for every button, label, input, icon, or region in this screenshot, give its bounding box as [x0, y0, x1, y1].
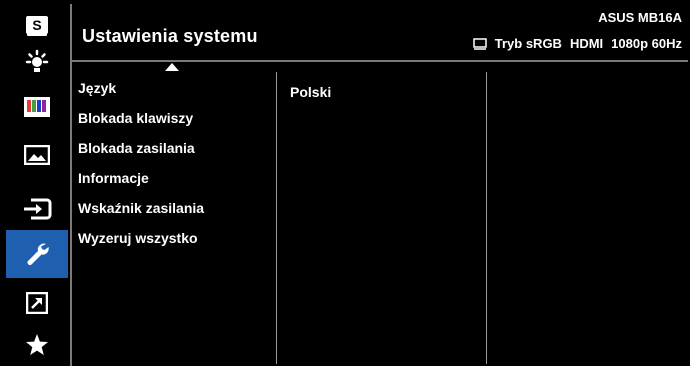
- status-bar: Tryb sRGB HDMI 1080p 60Hz: [473, 36, 682, 51]
- sidebar-item-shortcut[interactable]: [6, 284, 68, 322]
- model-name: ASUS MB16A: [598, 10, 682, 25]
- image-icon: [24, 145, 50, 165]
- shortcut-icon: [26, 292, 48, 314]
- header: Ustawienia systemu ASUS MB16A Tryb sRGB …: [72, 4, 688, 60]
- sidebar: S: [6, 4, 68, 366]
- sidebar-item-splendid[interactable]: S: [6, 6, 68, 44]
- color-mode: Tryb sRGB: [494, 36, 562, 51]
- favorite-star-icon: [26, 334, 48, 355]
- menu-item-language[interactable]: Język: [78, 80, 204, 110]
- sidebar-item-color[interactable]: [6, 88, 68, 126]
- menu-item-power-indicator[interactable]: Wskaźnik zasilania: [78, 200, 204, 230]
- menu-item-reset-all[interactable]: Wyzeruj wszystko: [78, 230, 204, 260]
- page-title: Ustawienia systemu: [82, 26, 258, 46]
- system-menu: Język Blokada klawiszy Blokada zasilania…: [78, 80, 204, 260]
- sidebar-item-image[interactable]: [6, 136, 68, 174]
- menu-item-key-lock[interactable]: Blokada klawiszy: [78, 110, 204, 140]
- input-source: HDMI: [569, 36, 604, 51]
- scroll-up-arrow-icon[interactable]: [165, 63, 179, 71]
- sidebar-item-system[interactable]: [6, 230, 68, 278]
- header-divider: [72, 60, 688, 62]
- sidebar-item-brightness[interactable]: [6, 44, 68, 82]
- menu-item-power-lock[interactable]: Blokada zasilania: [78, 140, 204, 170]
- color-icon: [24, 97, 50, 117]
- language-value[interactable]: Polski: [290, 84, 331, 100]
- sidebar-item-input[interactable]: [6, 190, 68, 228]
- osd-screen: S Ustawienia systemu ASUS MB16A Tryb sRG…: [6, 4, 688, 366]
- input-select-icon: [24, 198, 52, 220]
- monitor-icon: [473, 37, 487, 50]
- menu-item-information[interactable]: Informacje: [78, 170, 204, 200]
- wrench-icon: [27, 243, 49, 265]
- resolution: 1080p 60Hz: [611, 36, 682, 51]
- column-divider-1: [276, 72, 277, 364]
- splendid-icon: S: [26, 16, 48, 34]
- brightness-icon: [25, 49, 49, 72]
- column-divider-2: [486, 72, 487, 364]
- sidebar-item-favorite[interactable]: [6, 326, 68, 364]
